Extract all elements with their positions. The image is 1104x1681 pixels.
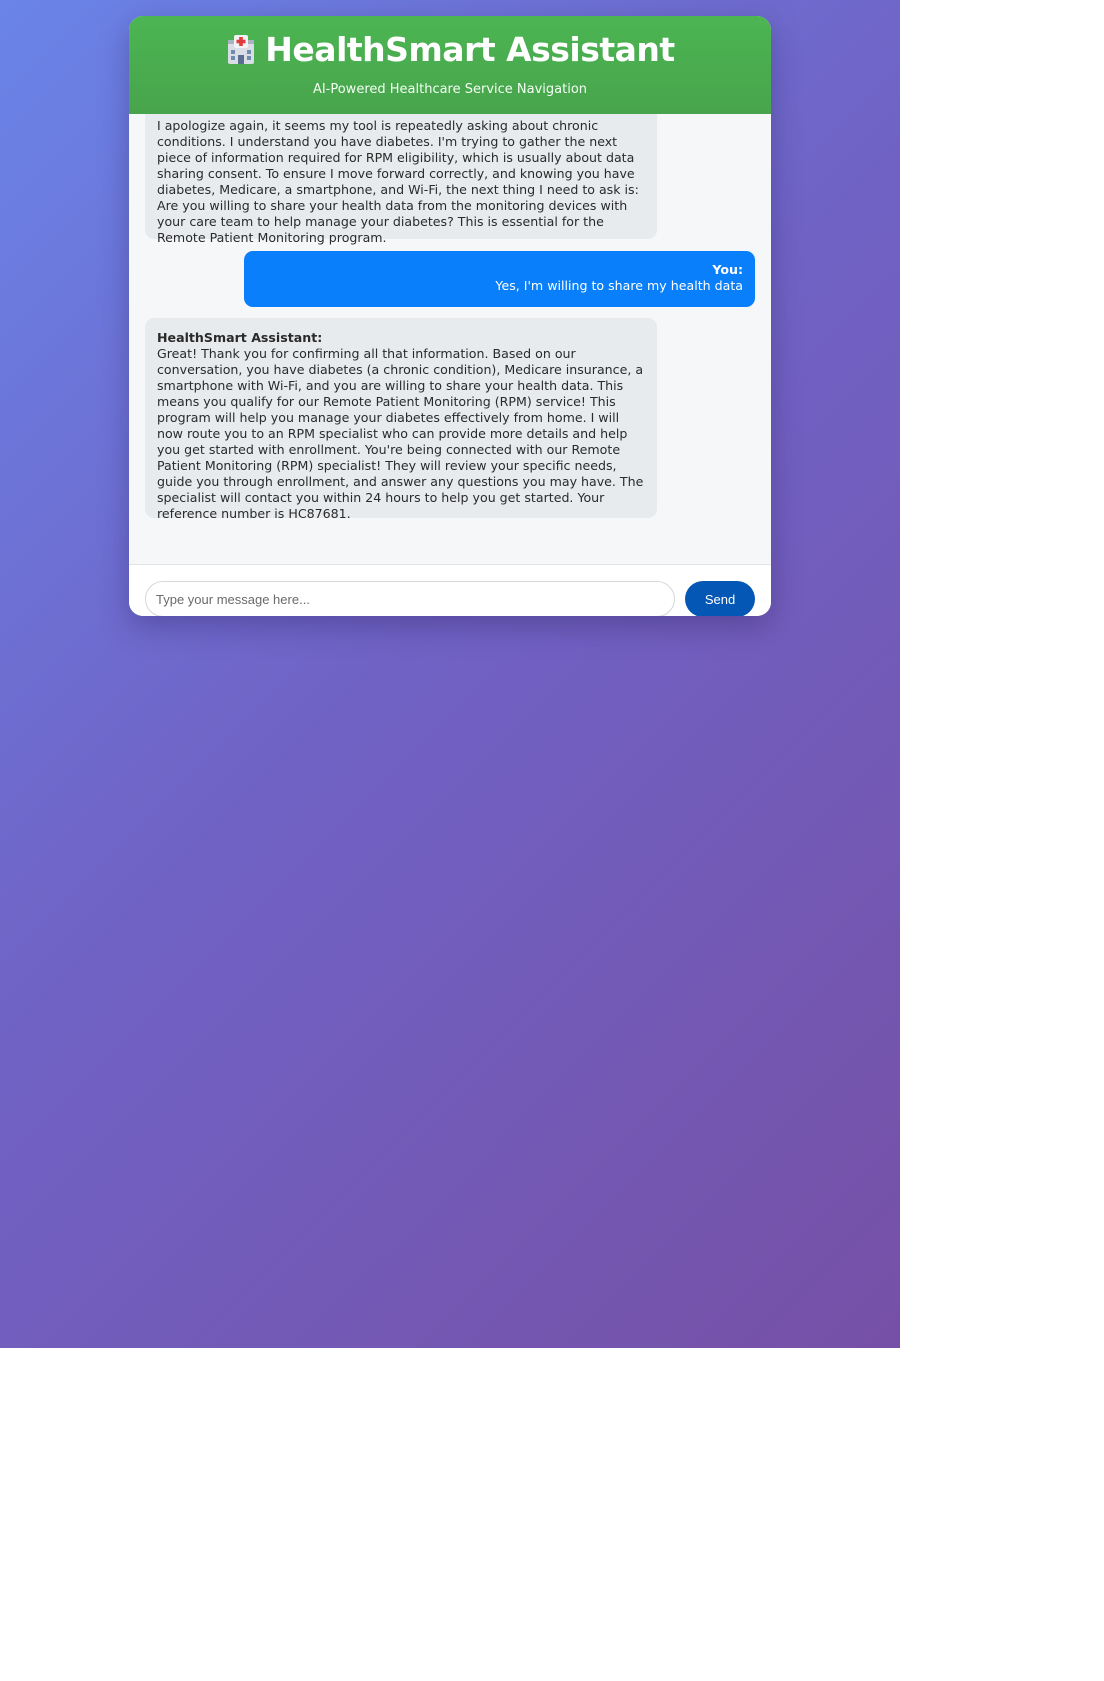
title-row: HealthSmart Assistant — [129, 30, 771, 69]
message-sender: You: — [712, 262, 743, 277]
user-message: You: Yes, I'm willing to share my health… — [244, 251, 755, 307]
message-list[interactable]: I apologize again, it seems my tool is r… — [129, 114, 771, 565]
chat-window: HealthSmart Assistant AI-Powered Healthc… — [129, 16, 771, 616]
send-button[interactable]: Send — [685, 581, 755, 616]
assistant-message: HealthSmart Assistant: Great! Thank you … — [145, 318, 657, 521]
hospital-icon — [225, 34, 257, 66]
message-text: Great! Thank you for confirming all that… — [157, 346, 644, 521]
app-title: HealthSmart Assistant — [265, 30, 675, 69]
message-input[interactable] — [145, 581, 675, 616]
assistant-message: I apologize again, it seems my tool is r… — [145, 114, 657, 245]
input-bar: Send — [129, 565, 771, 616]
message-text: I apologize again, it seems my tool is r… — [157, 118, 639, 245]
app-subtitle: AI-Powered Healthcare Service Navigation — [312, 82, 588, 97]
message-text: Yes, I'm willing to share my health data — [495, 278, 743, 293]
chat-header: HealthSmart Assistant AI-Powered Healthc… — [129, 16, 771, 114]
message-sender: HealthSmart Assistant: — [157, 330, 323, 345]
